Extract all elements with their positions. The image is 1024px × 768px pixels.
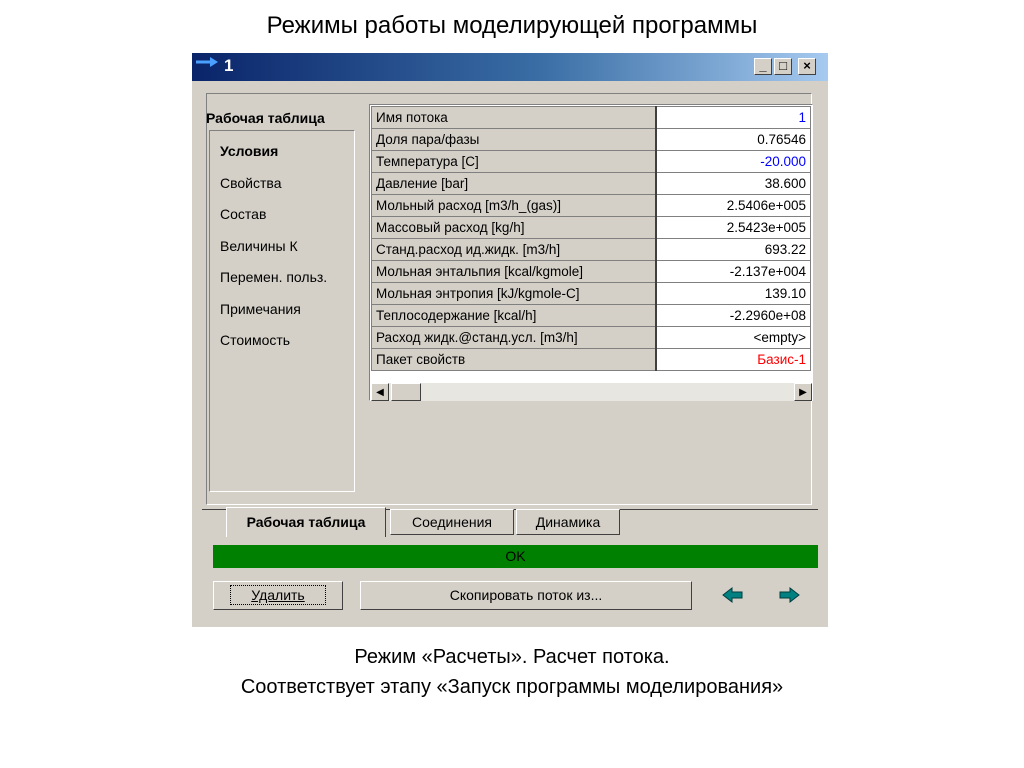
- table-row: Станд.расход ид.жидк. [m3/h] 693.22: [371, 238, 811, 261]
- row-label: Доля пара/фазы: [371, 128, 657, 151]
- caption-line-1: Режим «Расчеты». Расчет потока.: [354, 646, 670, 668]
- table-row: Температура [C] -20.000: [371, 150, 811, 173]
- arrow-left-icon[interactable]: [722, 586, 744, 604]
- row-label: Теплосодержание [kcal/h]: [371, 304, 657, 327]
- row-value[interactable]: Базис-1: [655, 348, 811, 371]
- table-row: Массовый расход [kg/h] 2.5423e+005: [371, 216, 811, 239]
- table-row: Теплосодержание [kcal/h] -2.2960e+08: [371, 304, 811, 327]
- table-row: Мольный расход [m3/h_(gas)] 2.5406e+005: [371, 194, 811, 217]
- copy-stream-button[interactable]: Скопировать поток из...: [360, 581, 692, 610]
- row-value[interactable]: -20.000: [655, 150, 811, 173]
- delete-button[interactable]: Удалить: [213, 581, 343, 610]
- nav-item-cost[interactable]: Стоимость: [220, 332, 290, 348]
- nav-list: Условия Свойства Состав Величины К Перем…: [209, 130, 355, 492]
- row-value[interactable]: 139.10: [655, 282, 811, 305]
- row-value[interactable]: 693.22: [655, 238, 811, 261]
- row-label: Мольный расход [m3/h_(gas)]: [371, 194, 657, 217]
- table-row: Мольная энтальпия [kcal/kgmole] -2.137e+0…: [371, 260, 811, 283]
- row-label: Мольная энтальпия [kcal/kgmole]: [371, 260, 657, 283]
- delete-button-label: Удалить: [230, 585, 326, 605]
- row-label: Массовый расход [kg/h]: [371, 216, 657, 239]
- table-row: Доля пара/фазы 0.76546: [371, 128, 811, 151]
- row-label: Имя потока: [371, 106, 657, 129]
- nav-item-user-variables[interactable]: Перемен. польз.: [220, 269, 327, 285]
- stream-arrow-icon: [196, 57, 218, 67]
- table-row: Имя потока 1: [371, 106, 811, 129]
- conditions-table: Имя потока 1 Доля пара/фазы 0.76546 Температ…: [371, 106, 811, 371]
- maximize-button[interactable]: □: [774, 58, 792, 75]
- row-value[interactable]: 1: [655, 106, 811, 129]
- nav-item-k-values[interactable]: Величины К: [220, 238, 298, 254]
- horizontal-scrollbar[interactable]: ◀ ▶: [371, 383, 812, 401]
- scroll-left-button[interactable]: ◀: [371, 383, 389, 401]
- tab-connections[interactable]: Соединения: [390, 509, 514, 535]
- status-bar: OK: [213, 545, 818, 568]
- tab-bar: Рабочая таблица Соединения Динамика: [192, 507, 828, 537]
- row-label: Температура [C]: [371, 150, 657, 173]
- table-row: Давление [bar] 38.600: [371, 172, 811, 195]
- tab-dynamics[interactable]: Динамика: [516, 509, 620, 535]
- window-title: 1: [224, 56, 234, 75]
- window-titlebar[interactable]: 1 _ □ ×: [192, 53, 828, 81]
- slide-title: Режимы работы моделирующей программы: [266, 12, 758, 39]
- nav-item-composition[interactable]: Состав: [220, 206, 266, 222]
- nav-item-conditions[interactable]: Условия: [220, 143, 278, 159]
- row-label: Мольная энтропия [kJ/kgmole-C]: [371, 282, 657, 305]
- row-label: Пакет свойств: [371, 348, 657, 371]
- nav-item-properties[interactable]: Свойства: [220, 175, 281, 191]
- close-button[interactable]: ×: [798, 58, 816, 75]
- row-value[interactable]: -2.2960e+08: [655, 304, 811, 327]
- row-value[interactable]: 38.600: [655, 172, 811, 195]
- nav-item-notes[interactable]: Примечания: [220, 301, 301, 317]
- row-value[interactable]: 2.5406e+005: [655, 194, 811, 217]
- row-value[interactable]: -2.137e+004: [655, 260, 811, 283]
- minimize-button[interactable]: _: [754, 58, 772, 75]
- stream-window: 1 _ □ × Рабочая таблица Условия Свойства…: [192, 53, 828, 627]
- row-value[interactable]: 2.5423e+005: [655, 216, 811, 239]
- conditions-grid: Имя потока 1 Доля пара/фазы 0.76546 Температ…: [369, 104, 813, 401]
- arrow-right-icon[interactable]: [778, 586, 800, 604]
- row-label: Станд.расход ид.жидк. [m3/h]: [371, 238, 657, 261]
- table-row: Мольная энтропия [kJ/kgmole-C] 139.10: [371, 282, 811, 305]
- row-label: Расход жидк.@станд.усл. [m3/h]: [371, 326, 657, 349]
- row-label: Давление [bar]: [371, 172, 657, 195]
- row-value[interactable]: 0.76546: [655, 128, 811, 151]
- caption-line-2: Соответствует этапу «Запуск программы мо…: [240, 676, 784, 698]
- table-row: Пакет свойств Базис-1: [371, 348, 811, 371]
- tab-worksheet[interactable]: Рабочая таблица: [226, 507, 386, 537]
- scroll-thumb[interactable]: [391, 383, 421, 401]
- table-row: Расход жидк.@станд.усл. [m3/h] <empty>: [371, 326, 811, 349]
- row-value[interactable]: <empty>: [655, 326, 811, 349]
- nav-heading: Рабочая таблица: [206, 110, 325, 126]
- scroll-right-button[interactable]: ▶: [794, 383, 812, 401]
